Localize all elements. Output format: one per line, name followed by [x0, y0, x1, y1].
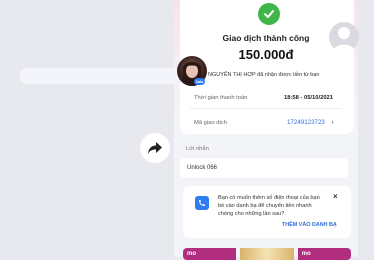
payment-time-label: Thời gian thanh toán — [194, 95, 248, 101]
transaction-id-value: 17249123723 — [287, 119, 325, 126]
recipient-notice — [20, 68, 178, 84]
banner-tile — [240, 248, 294, 260]
chevron-right-icon: › — [331, 119, 334, 126]
transaction-id-link[interactable]: 17249123723 › — [287, 119, 334, 126]
share-button[interactable] — [140, 133, 170, 163]
recipient-notice-text: NGUYỄN THỊ HỢP đã nhận được tiền từ bạn — [208, 72, 320, 78]
profile-placeholder-icon[interactable] — [329, 22, 359, 52]
add-contact-text: Bạn có muốn thêm số điện thoại của bạn b… — [218, 195, 320, 217]
zalo-badge: Zalo — [194, 78, 205, 85]
payment-time-value: 18:58 - 05/10/2021 — [284, 95, 333, 101]
transaction-id-label: Mã giao dịch — [194, 120, 227, 126]
banner-tile: mo — [183, 248, 237, 260]
banner-tile: mo — [297, 248, 351, 260]
add-contact-button[interactable]: THÊM VÀO DANH BẠ — [282, 222, 337, 228]
banner-label: mo — [301, 251, 311, 257]
promo-banner[interactable]: mo mo — [183, 248, 351, 260]
banner-label: mo — [187, 251, 196, 257]
message-text: Unlock 066 — [187, 165, 218, 171]
contact-book-icon — [195, 196, 209, 210]
message-label: Lời nhắn — [186, 146, 209, 152]
divider — [190, 108, 342, 109]
check-icon — [258, 3, 280, 25]
share-icon — [148, 142, 162, 154]
close-icon[interactable]: × — [333, 192, 338, 201]
